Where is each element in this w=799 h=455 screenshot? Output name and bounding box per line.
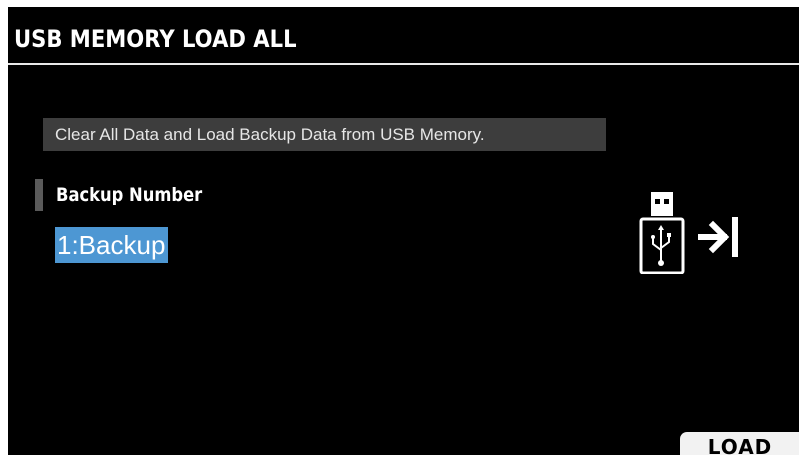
title-bar: USB MEMORY LOAD ALL (8, 7, 799, 65)
display-screen: USB MEMORY LOAD ALL Clear All Data and L… (8, 7, 799, 455)
usb-memory-icon (639, 192, 685, 274)
arrow-into-icon (698, 217, 738, 257)
backup-number-label: Backup Number (56, 184, 203, 206)
instruction-message: Clear All Data and Load Backup Data from… (43, 118, 606, 151)
load-button[interactable]: LOAD (680, 432, 799, 455)
parameter-cursor-marker (35, 179, 43, 211)
backup-number-value[interactable]: 1:Backup (55, 227, 169, 263)
page-title: USB MEMORY LOAD ALL (14, 25, 297, 53)
